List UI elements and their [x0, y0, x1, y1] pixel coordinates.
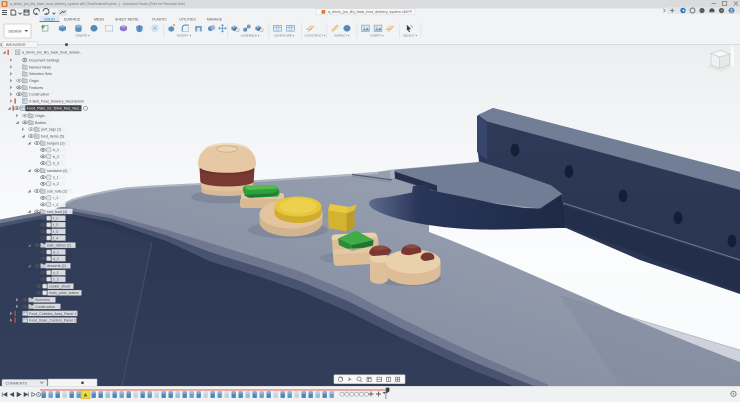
svg-text:f_1: f_1	[53, 217, 58, 221]
svg-text:CONFIGURE ▾: CONFIGURE ▾	[274, 33, 295, 37]
svg-text:a_drivin_(no_lib)_back_food_de: a_drivin_(no_lib)_back_food_delivery_sys…	[328, 10, 410, 14]
svg-text:X-Bolt_Final_Delivery_Mechanis: X-Bolt_Final_Delivery_Mechanism	[29, 99, 84, 103]
svg-text:perf_tags (1): perf_tags (1)	[41, 128, 61, 132]
svg-text:a_drivin_(no_lib)_back_food_de: a_drivin_(no_lib)_back_food_deliver...	[22, 51, 83, 55]
svg-text:Construction: Construction	[29, 93, 49, 97]
svg-text:food_items (5): food_items (5)	[41, 134, 64, 138]
svg-text:sandwich (2): sandwich (2)	[47, 169, 67, 173]
svg-text:f_3: f_3	[53, 230, 58, 234]
svg-text:ASSEMBLE ▾: ASSEMBLE ▾	[241, 33, 260, 37]
svg-text:Sketches: Sketches	[35, 298, 50, 302]
svg-text:c_1: c_1	[53, 271, 59, 275]
svg-text:SELECT ▾: SELECT ▾	[403, 33, 417, 37]
svg-text:sub_rolls (2): sub_rolls (2)	[47, 189, 67, 193]
svg-text:UTILITIES: UTILITIES	[179, 17, 196, 21]
svg-text:Food_Base_Custom_Panel 1: Food_Base_Custom_Panel 1	[29, 319, 76, 323]
svg-text:burgers (3): burgers (3)	[47, 141, 65, 145]
svg-text:b_1: b_1	[53, 148, 59, 152]
svg-text:CONSTRUCT ▾: CONSTRUCT ▾	[304, 33, 326, 37]
svg-text:Origin: Origin	[29, 79, 39, 83]
svg-text:Construction: Construction	[35, 305, 55, 309]
svg-text:SOLID: SOLID	[44, 17, 55, 21]
svg-text:MESH: MESH	[94, 17, 105, 21]
svg-text:Features: Features	[29, 86, 43, 90]
svg-text:desserts (2): desserts (2)	[47, 264, 66, 268]
svg-text:smt_food (4): smt_food (4)	[47, 210, 67, 214]
svg-text:r_2: r_2	[53, 203, 58, 207]
svg-text:Named Views: Named Views	[29, 65, 51, 69]
svg-text:Origin: Origin	[35, 114, 45, 118]
svg-text:s_2: s_2	[53, 182, 59, 186]
svg-text:Food_Cubbies_Assy_Panel 1: Food_Cubbies_Assy_Panel 1	[29, 312, 76, 316]
svg-text:f_4: f_4	[53, 236, 58, 240]
svg-text:a_drivin_(no_lib)_back_food_de: a_drivin_(no_lib)_back_food_delivery_sys…	[10, 2, 185, 6]
svg-text:c_2: c_2	[53, 278, 59, 282]
svg-text:Bodies: Bodies	[35, 121, 46, 125]
svg-text:d_2: d_2	[53, 257, 59, 261]
svg-text:main_plate_station: main_plate_station	[49, 291, 79, 295]
svg-text:INSERT ▾: INSERT ▾	[370, 33, 384, 37]
svg-text:f_2: f_2	[53, 223, 58, 227]
svg-text:s_1: s_1	[53, 176, 59, 180]
svg-text:cookie_sheet: cookie_sheet	[49, 285, 70, 289]
svg-text:MANAGE: MANAGE	[207, 17, 223, 21]
svg-text:r_1: r_1	[53, 196, 58, 200]
svg-text:DESIGN: DESIGN	[9, 30, 23, 34]
svg-text:d_1: d_1	[53, 250, 59, 254]
svg-text:MODIFY ▾: MODIFY ▾	[177, 33, 191, 37]
svg-text:SURFACE: SURFACE	[64, 17, 81, 21]
svg-text:Food_Plate_for_Drink_Res_Nes..: Food_Plate_for_Drink_Res_Nes...	[27, 107, 82, 111]
svg-text:Selection Sets: Selection Sets	[29, 72, 52, 76]
svg-text:Document Settings: Document Settings	[29, 58, 60, 62]
svg-text:b_3: b_3	[53, 162, 59, 166]
svg-text:b_2: b_2	[53, 155, 59, 159]
svg-text:side_dishes (2): side_dishes (2)	[47, 244, 71, 248]
svg-text:PLASTIC: PLASTIC	[152, 17, 167, 21]
svg-text:CREATE ▾: CREATE ▾	[75, 33, 90, 37]
svg-text:BROWSER: BROWSER	[6, 43, 26, 47]
svg-text:INSPECT ▾: INSPECT ▾	[334, 33, 350, 37]
svg-text:COMMENTS: COMMENTS	[6, 382, 28, 386]
svg-text:SHEET METAL: SHEET METAL	[115, 17, 139, 21]
